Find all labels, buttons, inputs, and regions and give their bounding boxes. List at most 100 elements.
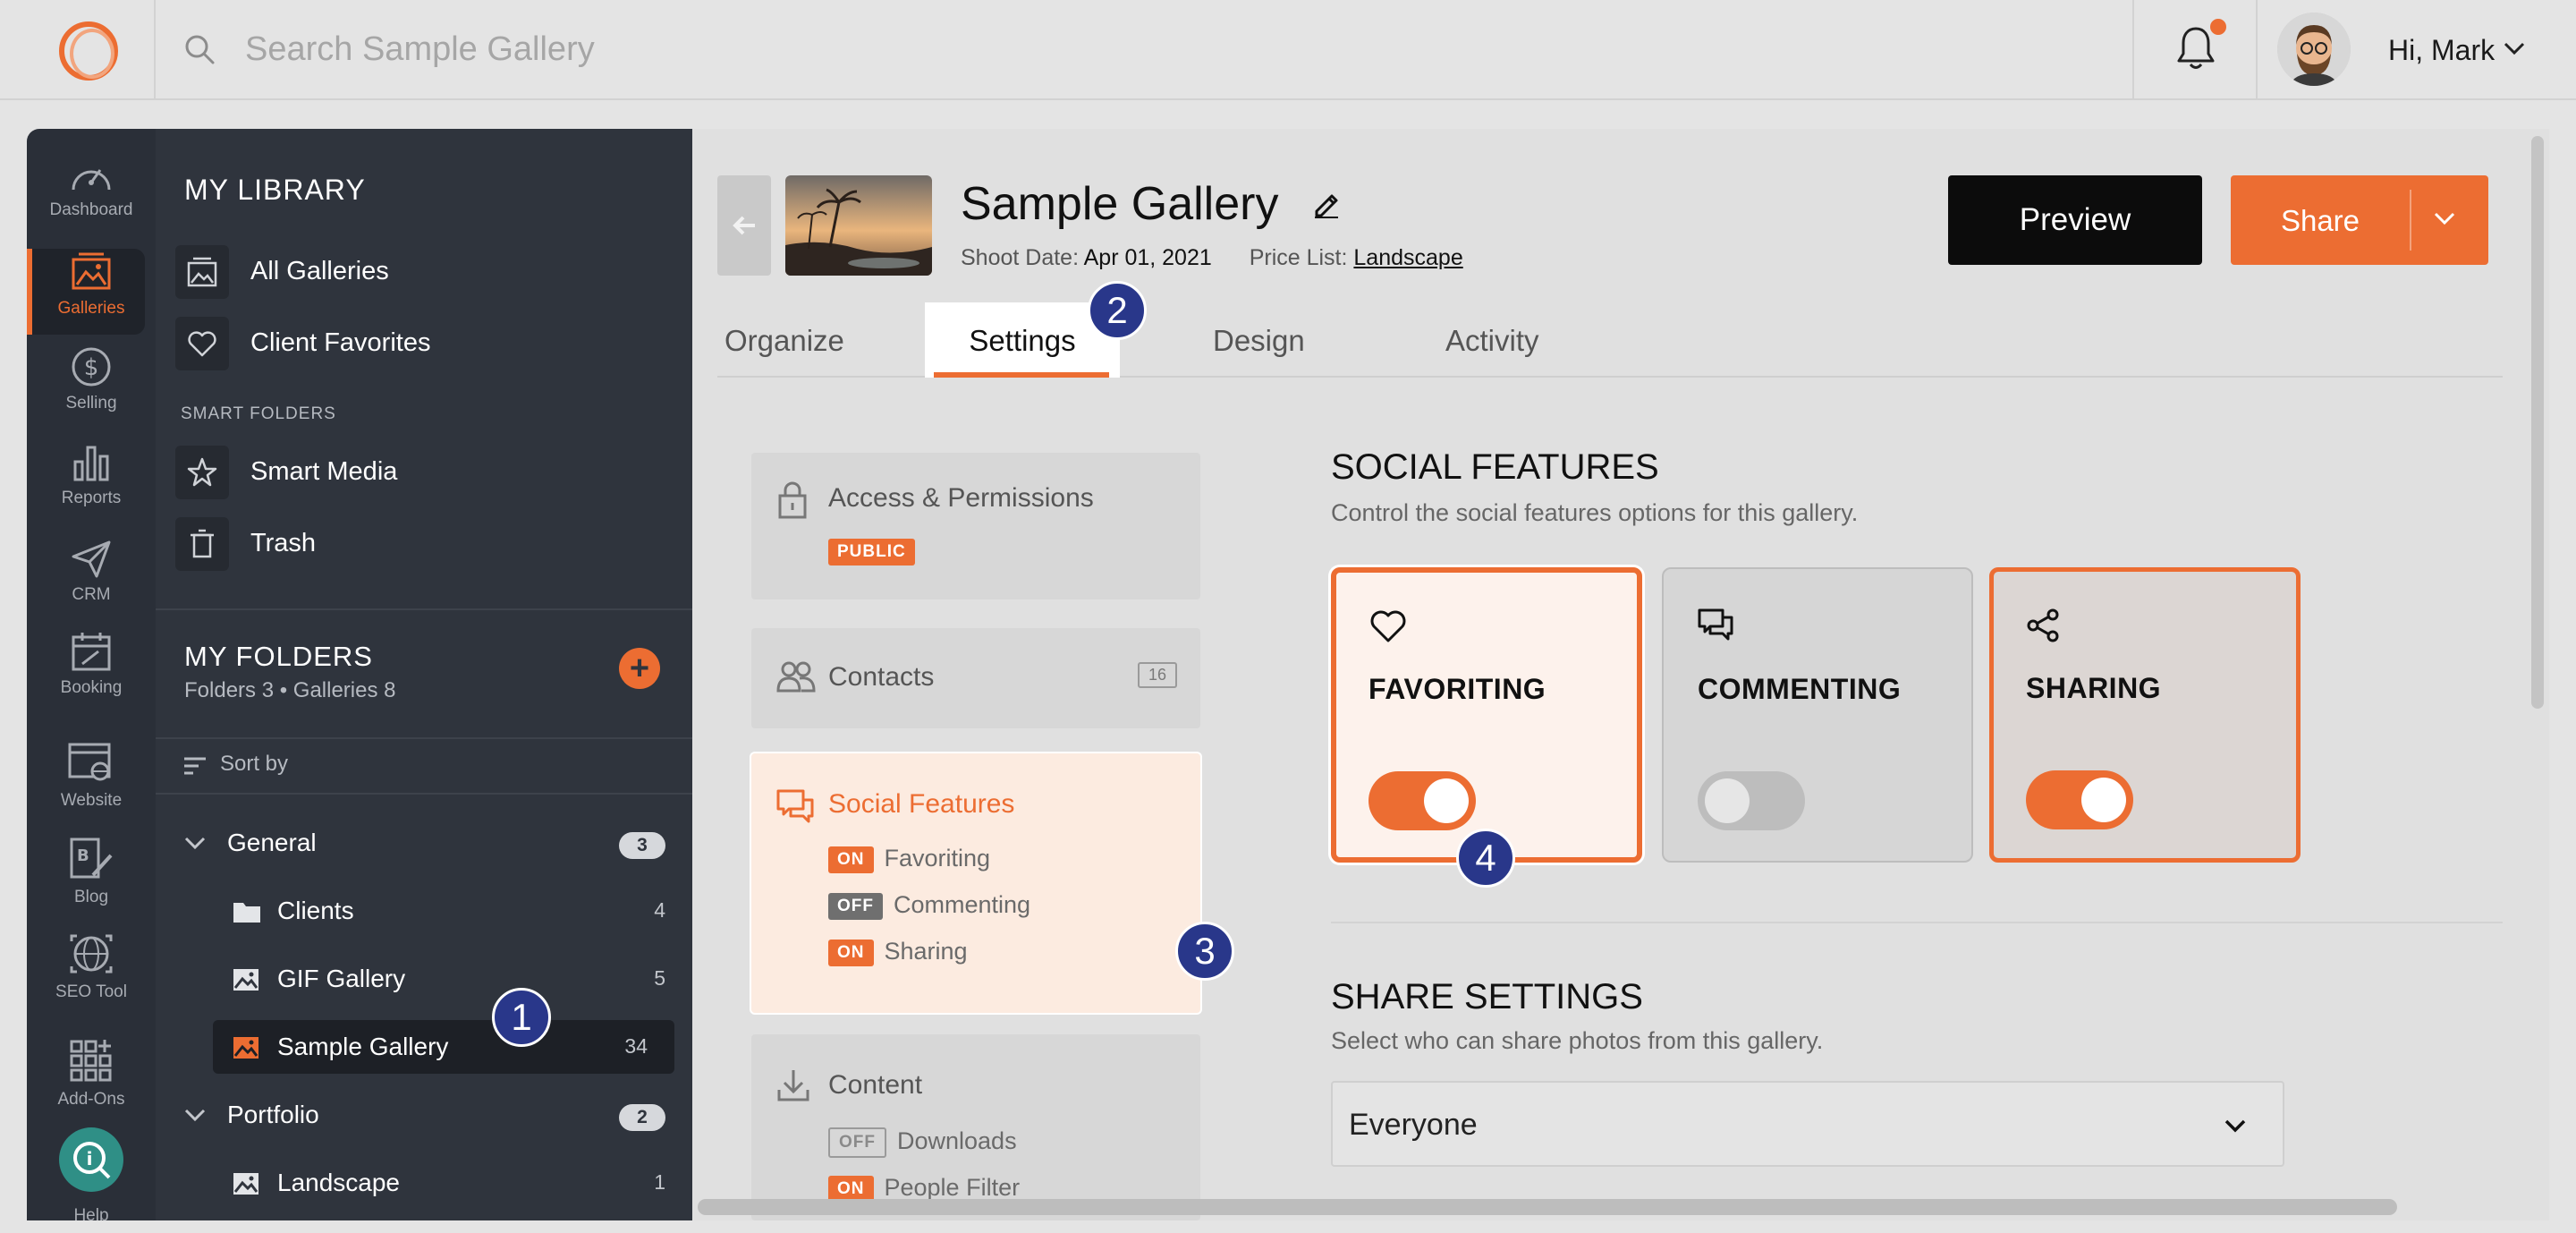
sharing-toggle[interactable] [2026, 770, 2133, 829]
library-item-trash[interactable]: Trash [175, 517, 676, 571]
pencil-icon[interactable] [1311, 188, 1342, 218]
rail-item-dashboard[interactable]: Dashboard [27, 156, 156, 220]
library-item-client-favorites[interactable]: Client Favorites [175, 317, 676, 370]
contacts-count: 16 [1137, 662, 1177, 688]
gallery-label: Sample Gallery [277, 1033, 449, 1060]
rail-label: Blog [73, 888, 109, 906]
feature-card-commenting[interactable]: COMMENTING [1662, 567, 1973, 863]
star-icon [175, 446, 229, 499]
tab-activity[interactable]: Activity [1445, 324, 1539, 358]
feature-card-sharing[interactable]: SHARING [1989, 567, 2301, 863]
add-folder-button[interactable]: + [619, 648, 660, 689]
settings-nav-content[interactable]: Content OFF Downloads ON People Filter [751, 1034, 1200, 1220]
image-icon [233, 1037, 258, 1059]
price-list-link[interactable]: Landscape [1353, 245, 1462, 270]
topbar-divider [2256, 0, 2258, 100]
settings-nav-access[interactable]: Access & Permissions PUBLIC [751, 453, 1200, 599]
rail-label: Help [73, 1206, 109, 1220]
gallery-sample-gallery[interactable]: Sample Gallery 34 [213, 1020, 674, 1074]
social-row-sharing: ON Sharing [828, 938, 968, 966]
rail-label: Website [60, 791, 123, 810]
step-marker-1: 1 [492, 988, 551, 1047]
feature-label: COMMENTING [1698, 673, 1902, 705]
rail-item-blog[interactable]: B Blog [27, 836, 156, 907]
settings-nav-title: Social Features [828, 789, 1015, 819]
item-count: 34 [624, 1034, 648, 1058]
chevron-down-icon[interactable] [2503, 39, 2526, 57]
rail-item-booking[interactable]: Booking [27, 630, 156, 698]
feature-card-favoriting[interactable]: FAVORITING [1331, 567, 1642, 863]
gallery-clients[interactable]: Clients 4 [156, 886, 692, 936]
gallery-gif-gallery[interactable]: GIF Gallery 5 [156, 954, 692, 1004]
item-count: 1 [654, 1170, 665, 1194]
social-row-commenting: OFF Commenting [828, 891, 1030, 920]
smart-folders-heading: SMART FOLDERS [181, 404, 336, 423]
settings-nav-social[interactable]: Social Features ON Favoriting OFF Commenti… [751, 753, 1200, 1013]
share-permission-select[interactable]: Everyone [1331, 1081, 2284, 1167]
count-badge: 3 [619, 832, 665, 859]
rail-label: Add-Ons [57, 1090, 125, 1109]
chevron-down-icon[interactable] [184, 1108, 206, 1122]
sort-icon [184, 757, 206, 775]
folder-label: Portfolio [227, 1101, 319, 1128]
share-button[interactable]: Share [2231, 175, 2488, 265]
preview-button[interactable]: Preview [1948, 175, 2202, 265]
library-item-label: All Galleries [250, 257, 389, 285]
social-features-subheading: Control the social features options for … [1331, 499, 1859, 526]
favoriting-toggle[interactable] [1368, 771, 1476, 830]
chevron-down-icon[interactable] [184, 836, 206, 850]
nav-rail: Dashboard Galleries $ Selling Reports CR… [27, 129, 156, 1220]
library-panel: MY LIBRARY All Galleries Client Favorite… [156, 129, 692, 1220]
user-greeting[interactable]: Hi, Mark [2388, 34, 2495, 67]
section-divider [1331, 922, 2503, 923]
rail-item-help[interactable]: Help [27, 1206, 156, 1220]
tab-design[interactable]: Design [1213, 324, 1305, 358]
folder-general[interactable]: General 3 [156, 818, 692, 868]
rail-item-reports[interactable]: Reports [27, 440, 156, 508]
chevron-down-icon[interactable] [2433, 209, 2456, 227]
share-icon [2027, 608, 2059, 642]
topbar-divider [2132, 0, 2134, 100]
commenting-toggle[interactable] [1698, 771, 1805, 830]
search-input[interactable]: Search Sample Gallery [245, 30, 595, 69]
download-icon [777, 1070, 809, 1101]
avatar[interactable] [2277, 13, 2351, 86]
back-button[interactable] [717, 175, 771, 276]
gallery-landscape[interactable]: Landscape 1 [156, 1158, 692, 1208]
rail-item-selling[interactable]: $ Selling [27, 345, 156, 413]
gallery-meta: Shoot Date: Apr 01, 2021 Price List: Lan… [961, 245, 1463, 271]
rail-label: Selling [65, 394, 117, 412]
comment-icon [776, 789, 814, 823]
count-badge: 2 [619, 1104, 665, 1131]
svg-text:$: $ [84, 354, 99, 381]
tab-organize[interactable]: Organize [724, 324, 844, 358]
rail-item-crm[interactable]: CRM [27, 537, 156, 605]
rail-item-seo-tool[interactable]: SEO Tool [27, 931, 156, 1002]
gallery-label: Landscape [277, 1169, 401, 1196]
rail-item-add-ons[interactable]: Add-Ons [27, 1038, 156, 1110]
help-button[interactable]: i [59, 1127, 123, 1192]
blog-icon: B [70, 838, 113, 879]
library-item-all-galleries[interactable]: All Galleries [175, 245, 676, 299]
rail-item-website[interactable]: Website [27, 741, 156, 811]
rail-label: CRM [72, 585, 111, 604]
main-panel: Sample Gallery Shoot Date: Apr 01, 2021 … [692, 129, 2549, 1220]
gallery-thumbnail [785, 175, 932, 276]
library-item-smart-media[interactable]: Smart Media [175, 446, 676, 499]
sort-by-button[interactable]: Sort by [220, 752, 288, 777]
app-logo[interactable] [59, 21, 118, 81]
horizontal-scrollbar[interactable] [698, 1199, 2397, 1215]
folder-portfolio[interactable]: Portfolio 2 [156, 1090, 692, 1140]
galleries-icon [72, 252, 111, 290]
gallery-title: Sample Gallery [961, 178, 1279, 230]
topbar-divider [154, 0, 156, 100]
vertical-scrollbar[interactable] [2531, 136, 2544, 709]
gallery-label: GIF Gallery [277, 965, 406, 992]
heart-icon [1370, 610, 1406, 642]
chevron-down-icon [2224, 1119, 2246, 1133]
rail-item-galleries[interactable]: Galleries [27, 251, 156, 319]
settings-nav-contacts[interactable]: Contacts 16 [751, 628, 1200, 728]
step-marker-4: 4 [1456, 829, 1515, 888]
folders-heading: MY FOLDERS [184, 641, 373, 672]
share-button-label: Share [2280, 204, 2360, 237]
